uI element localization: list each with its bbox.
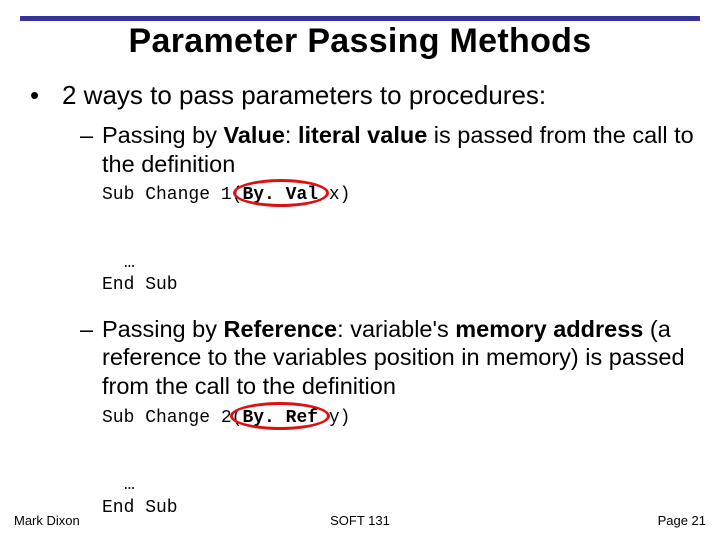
t: x) (318, 185, 350, 205)
code-byref: Sub Change 2(By. Ref y) … End Sub (102, 407, 694, 520)
code-line: End Sub (102, 274, 694, 297)
footer-course: SOFT 131 (14, 513, 706, 528)
slide-body: • 2 ways to pass parameters to procedure… (26, 80, 694, 537)
code-byvalue: Sub Change 1(By. Val x) … End Sub (102, 184, 694, 297)
byvalue-text: Passing by Value: literal value is passe… (102, 121, 694, 178)
title-rule (20, 16, 700, 21)
bullet-byvalue: – Passing by Value: literal value is pas… (80, 121, 694, 178)
t: Sub Change 1( (102, 185, 242, 205)
code-line: Sub Change 1(By. Val x) (102, 184, 694, 252)
code-keyword-byval: By. Val (242, 185, 318, 205)
t: y) (318, 408, 350, 428)
t: Value (223, 122, 284, 148)
intro-text: 2 ways to pass parameters to procedures: (62, 80, 546, 111)
t: : variable's (337, 316, 455, 342)
t: : (285, 122, 298, 148)
t: literal value (298, 122, 427, 148)
t: Sub Change 2( (102, 408, 242, 428)
dash-icon: – (80, 315, 102, 401)
t: Reference (223, 316, 337, 342)
bullet-dot: • (26, 80, 62, 111)
page-title: Parameter Passing Methods (0, 22, 720, 61)
bullet-byref: – Passing by Reference: variable's memor… (80, 315, 694, 401)
code-line: Sub Change 2(By. Ref y) (102, 407, 694, 475)
t: Passing by (102, 316, 223, 342)
t: Passing by (102, 122, 223, 148)
code-line: … (102, 252, 694, 275)
code-keyword-byref: By. Ref (242, 408, 318, 428)
dash-icon: – (80, 121, 102, 178)
byref-text: Passing by Reference: variable's memory … (102, 315, 694, 401)
t: memory address (455, 316, 643, 342)
code-line: … (102, 474, 694, 497)
bullet-intro: • 2 ways to pass parameters to procedure… (26, 80, 694, 111)
footer: Mark Dixon SOFT 131 Page 21 (14, 513, 706, 528)
